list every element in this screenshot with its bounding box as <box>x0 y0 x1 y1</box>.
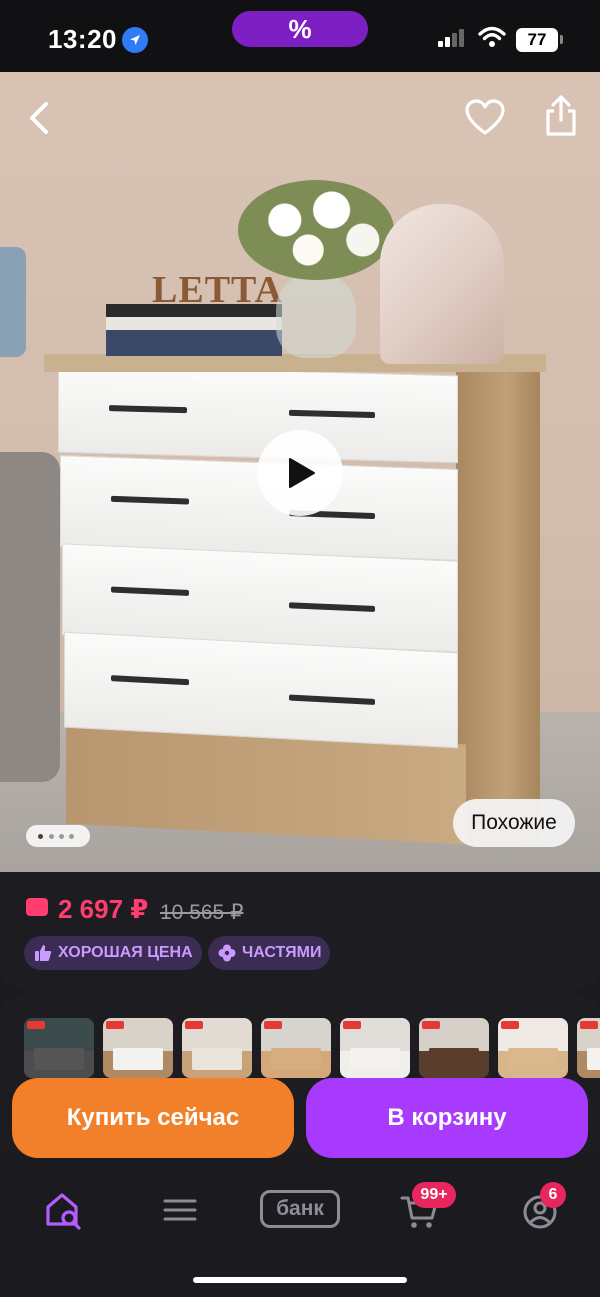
lamp <box>380 204 504 364</box>
thumbnail[interactable] <box>577 1018 600 1078</box>
current-price: 2 697 ₽ <box>58 894 149 924</box>
pagination-dot-active <box>38 834 43 839</box>
menu-icon <box>163 1199 197 1221</box>
thumbnail[interactable] <box>182 1018 252 1078</box>
old-price: 10 565 ₽ <box>160 901 244 924</box>
home-search-icon <box>46 1193 81 1230</box>
brand-letters: LETTA <box>152 269 284 311</box>
share-icon <box>546 95 576 136</box>
price-card: 2 697 ₽ 10 565 ₽ ХОРОШАЯ ЦЕНА ЧАСТЯМИ <box>0 872 600 990</box>
thumbnail[interactable] <box>498 1018 568 1078</box>
sofa <box>0 452 60 782</box>
thumbnail[interactable] <box>340 1018 410 1078</box>
dresser-side <box>456 372 540 842</box>
play-icon <box>289 458 315 488</box>
battery-indicator: 77 <box>516 28 558 52</box>
drawer <box>58 364 458 464</box>
vase <box>276 272 356 358</box>
pagination-dot <box>49 834 54 839</box>
pillow <box>0 247 26 357</box>
wallet-icon <box>26 898 48 916</box>
thumbnail[interactable] <box>419 1018 489 1078</box>
buy-now-button[interactable]: Купить сейчас <box>12 1078 294 1158</box>
similar-button[interactable]: Похожие <box>453 799 575 847</box>
thumbnail[interactable] <box>103 1018 173 1078</box>
product-gallery[interactable]: LETTA Похожие <box>0 72 600 872</box>
wifi-icon <box>478 26 506 53</box>
pagination-dot <box>69 834 74 839</box>
tab-bank[interactable]: банк <box>260 1190 340 1228</box>
location-arrow-icon <box>122 27 148 53</box>
installments-badge[interactable]: ЧАСТЯМИ <box>208 936 330 970</box>
profile-notification-badge: 6 <box>540 1182 566 1208</box>
pagination-dot <box>59 834 64 839</box>
tab-catalog[interactable] <box>158 1188 202 1232</box>
heart-icon <box>465 99 505 135</box>
gallery-pagination <box>26 825 90 847</box>
chevron-left-icon <box>30 102 48 134</box>
status-time: 13:20 <box>48 24 117 54</box>
status-bar: 13:20 % 77 <box>0 0 600 72</box>
good-price-badge[interactable]: ХОРОШАЯ ЦЕНА <box>24 936 202 970</box>
add-to-cart-button[interactable]: В корзину <box>306 1078 588 1158</box>
tab-home-search[interactable] <box>42 1188 86 1232</box>
cart-count-badge: 99+ <box>412 1182 456 1208</box>
clover-icon <box>218 944 236 962</box>
play-video-button[interactable] <box>257 430 343 516</box>
share-button[interactable] <box>543 94 579 138</box>
drawer <box>64 631 458 749</box>
thumbs-up-icon <box>35 945 52 961</box>
home-indicator <box>193 1277 407 1283</box>
battery-tip <box>560 35 563 44</box>
flowers <box>238 180 394 280</box>
favorite-button[interactable] <box>464 98 506 138</box>
badge-label: ХОРОШАЯ ЦЕНА <box>58 944 193 961</box>
thumbnail[interactable] <box>261 1018 331 1078</box>
cellular-signal-icon <box>438 28 466 53</box>
thumbnail[interactable] <box>24 1018 94 1078</box>
badge-label: ЧАСТЯМИ <box>242 944 322 961</box>
promo-pill[interactable]: % <box>232 11 368 47</box>
back-button[interactable] <box>22 98 58 138</box>
